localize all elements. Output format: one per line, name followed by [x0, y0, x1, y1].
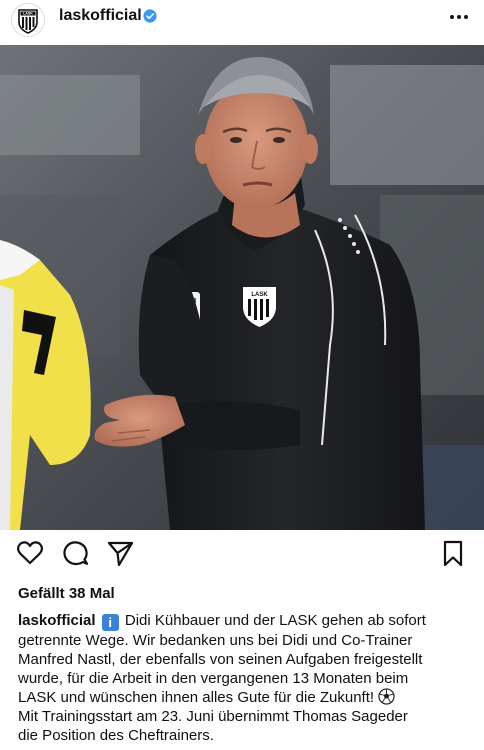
- caption-line-1: laskofficial i Didi Kühbauer und der LAS…: [18, 611, 470, 631]
- avatar-logo-text: LASK: [23, 12, 33, 16]
- likes-count[interactable]: Gefällt 38 Mal: [18, 585, 115, 602]
- avatar[interactable]: LASK: [11, 3, 45, 37]
- caption-line-5: LASK und wünschen ihnen alles Gute für d…: [18, 688, 470, 707]
- caption-line-4: wurde, für die Arbeit in den vergangenen…: [18, 670, 409, 687]
- lask-logo-icon: LASK: [18, 9, 38, 34]
- caption-line-6: Mit Trainingsstart am 23. Juni übernimmt…: [18, 708, 408, 725]
- more-options-icon[interactable]: [448, 9, 470, 25]
- caption-username[interactable]: laskofficial: [18, 612, 96, 629]
- bookmark-icon[interactable]: [443, 540, 463, 567]
- caption-line-7: die Position des Cheftrainers.: [18, 727, 214, 744]
- caption-line-2: getrennte Wege. Wir bedanken uns bei Did…: [18, 632, 413, 649]
- heart-icon[interactable]: [16, 540, 44, 566]
- verified-badge-icon: [143, 9, 157, 23]
- send-icon[interactable]: [107, 540, 134, 567]
- information-emoji: i: [101, 614, 119, 631]
- post-photo[interactable]: LASK: [0, 45, 484, 530]
- coach-photo: LASK: [0, 45, 484, 530]
- jacket-badge-text: LASK: [251, 292, 268, 298]
- post-actions: [0, 540, 484, 576]
- post-username[interactable]: laskofficial: [59, 7, 142, 25]
- soccer-ball-emoji: [378, 688, 395, 705]
- caption-line-3: Manfred Nastl, der ebenfalls von seinen …: [18, 651, 423, 668]
- post-header: LASK laskofficial: [0, 0, 484, 38]
- post-caption: laskofficial i Didi Kühbauer und der LAS…: [18, 611, 470, 745]
- comment-icon[interactable]: [62, 540, 89, 567]
- caption-text-1: Didi Kühbauer und der LASK gehen ab sofo…: [120, 612, 426, 629]
- caption-text-5: LASK und wünschen ihnen alles Gute für d…: [18, 689, 379, 706]
